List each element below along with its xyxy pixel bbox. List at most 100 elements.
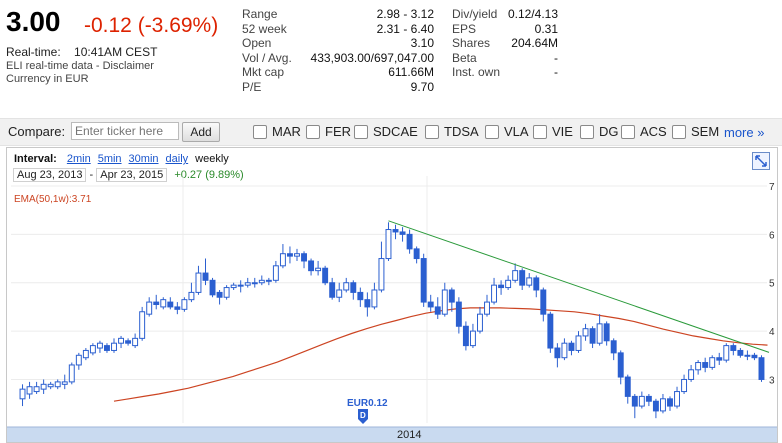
candle-body <box>216 291 223 298</box>
candle-body <box>167 301 174 308</box>
candle-body <box>132 337 139 347</box>
candle-body <box>406 233 413 250</box>
candle-body <box>308 260 315 272</box>
candle-body <box>716 357 723 361</box>
last-price: 3.00 <box>6 6 61 37</box>
candle-body <box>596 323 603 344</box>
candle-body <box>462 325 469 347</box>
candle-body <box>202 272 209 281</box>
candle-body <box>547 313 554 349</box>
stat-label: EPS <box>452 21 477 36</box>
stat-value: 0.31 <box>534 21 558 36</box>
compare-vie-checkbox[interactable]: VIE <box>533 124 573 139</box>
stat-row: Shares 204.64M <box>452 36 558 51</box>
compare-vla-checkbox[interactable]: VLA <box>485 124 529 139</box>
candle-body <box>111 342 117 351</box>
candle-body <box>659 398 666 412</box>
more-tickers-link[interactable]: more » <box>724 125 764 140</box>
stat-value: 3.10 <box>410 36 434 50</box>
stat-label: Range <box>242 7 278 21</box>
realtime-row: Real-time: 10:41AM CEST <box>6 45 157 59</box>
checkbox-icon[interactable] <box>580 124 594 139</box>
candle-body <box>139 311 146 339</box>
candle-body <box>469 330 476 347</box>
candle-body <box>343 282 350 291</box>
candle-body <box>427 301 434 308</box>
stat-row: Inst. own - <box>452 65 558 80</box>
candle-body <box>399 231 406 235</box>
compare-ticker-label: TDSA <box>444 124 479 139</box>
candle-body <box>357 291 364 301</box>
timeline-bar <box>7 427 777 442</box>
candle-body <box>237 284 244 287</box>
candle-body <box>104 345 110 351</box>
add-ticker-button[interactable]: Add <box>182 122 220 142</box>
candle-body <box>540 289 547 315</box>
candle-body <box>681 378 688 393</box>
price-chart[interactable]: 3 4 5 6 7 EMA(50,1w):3.71 EUR0.12 D 2014 <box>7 148 777 442</box>
candle-body <box>512 270 519 281</box>
checkbox-icon[interactable] <box>425 124 439 139</box>
compare-dg-checkbox[interactable]: DG <box>580 124 619 139</box>
compare-ticker-label: SDCAE <box>373 124 418 139</box>
candle-body <box>519 270 526 286</box>
stat-row: Open 3.10 <box>242 36 434 51</box>
checkbox-icon[interactable] <box>621 124 635 139</box>
stats-table-left: Range 2.98 - 3.12 52 week 2.31 - 6.40 Open 3.… <box>242 7 434 94</box>
stat-row: Range 2.98 - 3.12 <box>242 7 434 22</box>
candle-body <box>26 386 33 395</box>
compare-ticker-label: VLA <box>504 124 529 139</box>
candle-body <box>392 229 399 233</box>
candle-body <box>223 287 230 298</box>
candle-body <box>477 313 483 332</box>
checkbox-icon[interactable] <box>354 124 368 139</box>
year-label: 2014 <box>397 429 421 441</box>
candle-body <box>258 279 265 284</box>
realtime-time: 10:41AM CEST <box>74 45 158 59</box>
candle-body <box>19 388 26 400</box>
candle-body <box>371 289 378 308</box>
checkbox-icon[interactable] <box>253 124 267 139</box>
candle-body <box>68 364 75 383</box>
y-tick-label: 7 <box>769 182 775 193</box>
candle-body <box>652 400 659 412</box>
compare-sem-checkbox[interactable]: SEM <box>672 124 719 139</box>
candle-body <box>723 345 730 361</box>
candle-body <box>378 258 385 291</box>
checkbox-icon[interactable] <box>533 124 547 139</box>
compare-tdsa-checkbox[interactable]: TDSA <box>425 124 479 139</box>
compare-ticker-label: SEM <box>691 124 720 139</box>
candle-body <box>526 277 533 286</box>
candle-body <box>153 301 160 306</box>
candle-body <box>294 253 300 257</box>
candle-body <box>758 357 765 380</box>
candle-body <box>61 381 68 385</box>
candle-body <box>491 284 498 303</box>
candle-body <box>96 342 103 349</box>
candle-body <box>448 289 455 303</box>
data-disclaimer[interactable]: ELI real-time data - Disclaimer <box>6 60 154 72</box>
stat-row: P/E 9.70 <box>242 80 434 95</box>
candle-body <box>568 342 575 351</box>
candle-body <box>575 335 582 351</box>
candle-body <box>413 248 420 260</box>
checkbox-icon[interactable] <box>485 124 499 139</box>
candle-body <box>40 383 47 390</box>
candle-body <box>209 279 216 296</box>
stat-row: 52 week 2.31 - 6.40 <box>242 22 434 37</box>
candle-body <box>286 253 293 257</box>
compare-mar-checkbox[interactable]: MAR <box>253 124 301 139</box>
candle-body <box>645 395 652 402</box>
stat-label: Shares <box>452 36 491 50</box>
ticker-input[interactable] <box>71 122 179 140</box>
stat-row: Vol / Avg. 433,903.00/697,047.00 <box>242 51 434 66</box>
compare-sdcae-checkbox[interactable]: SDCAE <box>354 124 418 139</box>
stat-value: 2.98 - 3.12 <box>376 7 434 21</box>
checkbox-icon[interactable] <box>306 124 320 139</box>
compare-fer-checkbox[interactable]: FER <box>306 124 351 139</box>
checkbox-icon[interactable] <box>672 124 686 139</box>
compare-acs-checkbox[interactable]: ACS <box>621 124 667 139</box>
candle-body <box>603 323 610 342</box>
candle-body <box>441 289 448 315</box>
candle-body <box>82 349 89 359</box>
